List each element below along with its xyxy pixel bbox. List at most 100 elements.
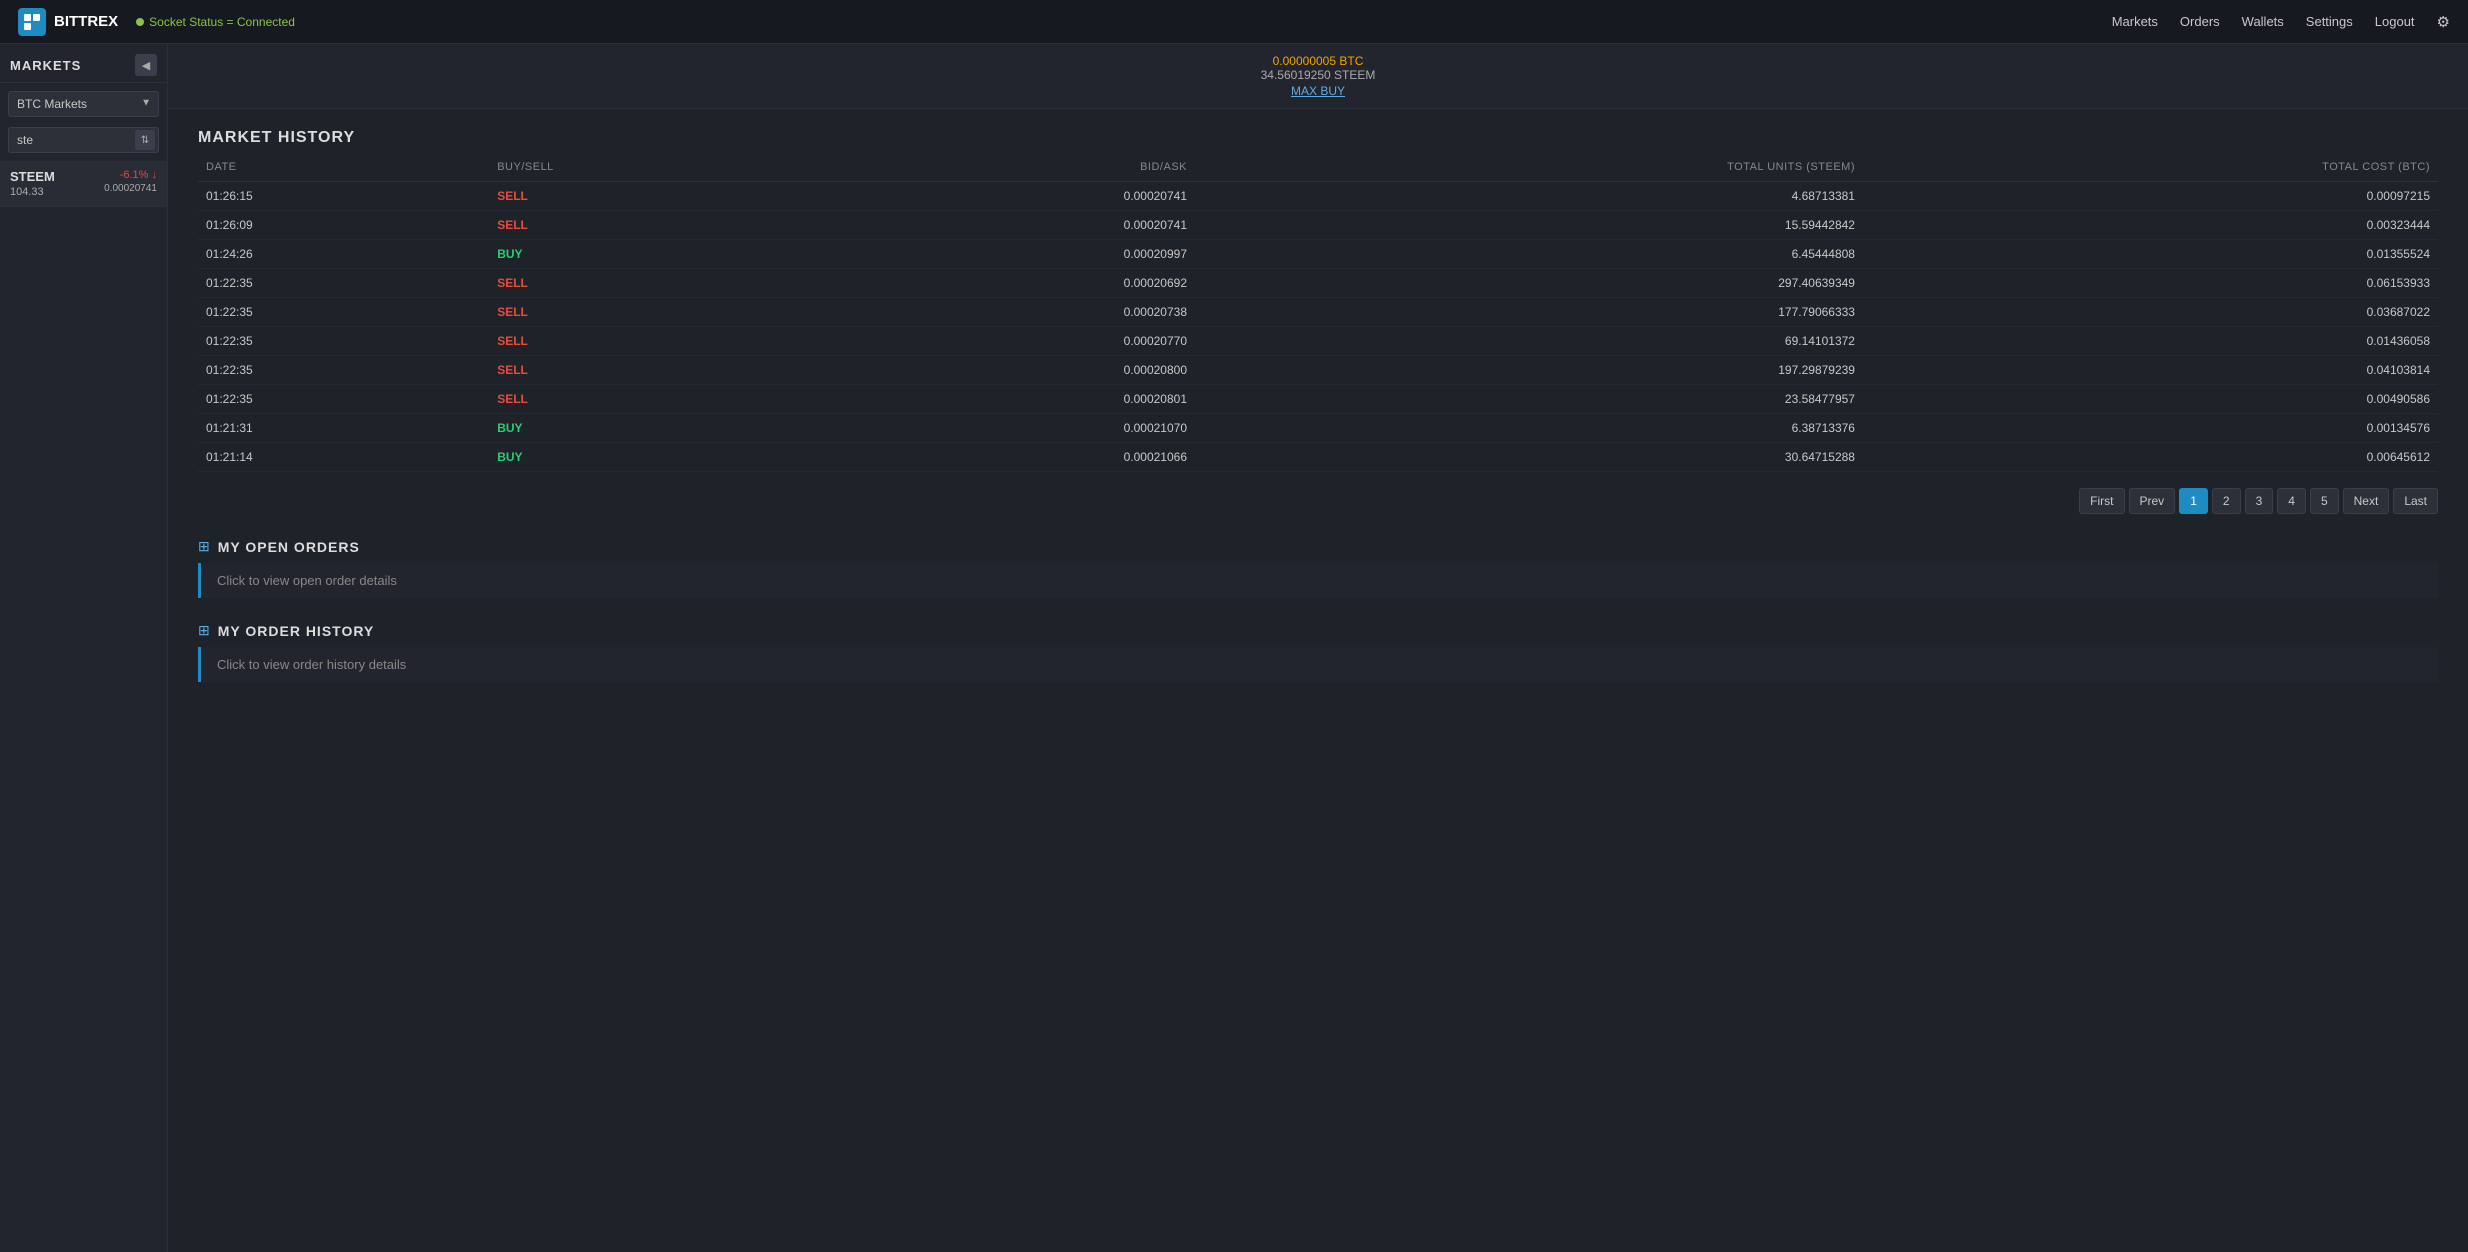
cell-units: 23.58477957: [1195, 385, 1863, 414]
page-3-button[interactable]: 3: [2245, 488, 2274, 514]
search-button[interactable]: ⇅: [135, 130, 155, 150]
col-buysell: BUY/SELL: [489, 161, 826, 182]
col-bidask: BID/ASK: [826, 161, 1195, 182]
open-orders-section: ⊞ MY OPEN ORDERS Click to view open orde…: [198, 538, 2438, 598]
cell-date: 01:26:09: [198, 211, 489, 240]
cell-cost: 0.01436058: [1863, 327, 2438, 356]
cell-type: SELL: [489, 327, 826, 356]
pagination: First Prev 1 2 3 4 5 Next Last: [198, 488, 2438, 514]
cell-type: SELL: [489, 211, 826, 240]
balance-steem: 34.56019250 STEEM: [1261, 68, 1376, 82]
cell-cost: 0.00097215: [1863, 182, 2438, 211]
table-row: 01:22:35 SELL 0.00020692 297.40639349 0.…: [198, 269, 2438, 298]
cell-cost: 0.00134576: [1863, 414, 2438, 443]
brand-icon: [18, 8, 46, 36]
cell-units: 15.59442842: [1195, 211, 1863, 240]
cell-type: BUY: [489, 240, 826, 269]
cell-type: SELL: [489, 356, 826, 385]
cell-date: 01:21:31: [198, 414, 489, 443]
socket-dot: [136, 18, 144, 26]
socket-status: Socket Status = Connected: [136, 15, 295, 29]
nav-markets[interactable]: Markets: [2112, 14, 2158, 29]
table-row: 01:26:09 SELL 0.00020741 15.59442842 0.0…: [198, 211, 2438, 240]
sidebar: MARKETS ◀ BTC Markets ETH Markets USDT M…: [0, 44, 168, 1252]
cell-cost: 0.00323444: [1863, 211, 2438, 240]
cell-bidask: 0.00020801: [826, 385, 1195, 414]
cell-cost: 0.01355524: [1863, 240, 2438, 269]
cell-units: 30.64715288: [1195, 443, 1863, 472]
cell-units: 6.45444808: [1195, 240, 1863, 269]
cell-type: BUY: [489, 414, 826, 443]
cell-cost: 0.00490586: [1863, 385, 2438, 414]
table-header-row: DATE BUY/SELL BID/ASK TOTAL UNITS (STEEM…: [198, 161, 2438, 182]
table-row: 01:21:14 BUY 0.00021066 30.64715288 0.00…: [198, 443, 2438, 472]
page-4-button[interactable]: 4: [2277, 488, 2306, 514]
page-last-button[interactable]: Last: [2393, 488, 2438, 514]
cell-units: 4.68713381: [1195, 182, 1863, 211]
nav-logout[interactable]: Logout: [2375, 14, 2415, 29]
cell-bidask: 0.00020738: [826, 298, 1195, 327]
open-orders-title: MY OPEN ORDERS: [218, 539, 360, 555]
cell-type: SELL: [489, 385, 826, 414]
page-1-button[interactable]: 1: [2179, 488, 2208, 514]
nav-wallets[interactable]: Wallets: [2242, 14, 2284, 29]
cell-bidask: 0.00020741: [826, 182, 1195, 211]
table-row: 01:24:26 BUY 0.00020997 6.45444808 0.013…: [198, 240, 2438, 269]
nav-orders[interactable]: Orders: [2180, 14, 2220, 29]
max-buy-link[interactable]: MAX BUY: [1291, 84, 1345, 98]
cell-units: 177.79066333: [1195, 298, 1863, 327]
table-row: 01:22:35 SELL 0.00020801 23.58477957 0.0…: [198, 385, 2438, 414]
cell-bidask: 0.00020741: [826, 211, 1195, 240]
open-orders-click-text: Click to view open order details: [217, 573, 397, 588]
market-item-steem[interactable]: STEEM 104.33 -6.1% ↓ 0.00020741: [0, 161, 167, 207]
market-search-wrap: ⇅: [0, 123, 167, 161]
order-history-title: MY ORDER HISTORY: [218, 623, 375, 639]
order-history-content[interactable]: Click to view order history details: [198, 647, 2438, 682]
main-layout: MARKETS ◀ BTC Markets ETH Markets USDT M…: [0, 44, 2468, 1252]
cell-date: 01:22:35: [198, 356, 489, 385]
brand-logo: BITTREX: [18, 8, 118, 36]
cell-date: 01:21:14: [198, 443, 489, 472]
cell-date: 01:22:35: [198, 298, 489, 327]
page-2-button[interactable]: 2: [2212, 488, 2241, 514]
cell-cost: 0.00645612: [1863, 443, 2438, 472]
col-date: DATE: [198, 161, 489, 182]
table-row: 01:21:31 BUY 0.00021070 6.38713376 0.001…: [198, 414, 2438, 443]
top-nav: BITTREX Socket Status = Connected Market…: [0, 0, 2468, 44]
cell-type: SELL: [489, 269, 826, 298]
market-item-price2: 0.00020741: [104, 183, 157, 194]
market-history-table: DATE BUY/SELL BID/ASK TOTAL UNITS (STEEM…: [198, 161, 2438, 472]
market-type-select-wrap: BTC Markets ETH Markets USDT Markets ▼: [0, 83, 167, 123]
cell-cost: 0.03687022: [1863, 298, 2438, 327]
page-prev-button[interactable]: Prev: [2129, 488, 2176, 514]
market-item-name: STEEM: [10, 169, 55, 184]
col-units: TOTAL UNITS (STEEM): [1195, 161, 1863, 182]
cell-cost: 0.06153933: [1863, 269, 2438, 298]
page-next-button[interactable]: Next: [2343, 488, 2390, 514]
nav-settings[interactable]: Settings: [2306, 14, 2353, 29]
market-item-change: -6.1% ↓: [104, 169, 157, 181]
sidebar-header: MARKETS ◀: [0, 44, 167, 83]
balance-bar: 0.00000005 BTC 34.56019250 STEEM MAX BUY: [168, 44, 2468, 109]
open-orders-expand-icon[interactable]: ⊞: [198, 538, 210, 555]
page-first-button[interactable]: First: [2079, 488, 2124, 514]
cell-date: 01:22:35: [198, 385, 489, 414]
market-history-section: MARKET HISTORY DATE BUY/SELL BID/ASK TOT…: [198, 129, 2438, 514]
cell-units: 6.38713376: [1195, 414, 1863, 443]
market-type-select[interactable]: BTC Markets ETH Markets USDT Markets: [8, 91, 159, 117]
gear-icon[interactable]: ⚙: [2437, 13, 2450, 31]
cell-bidask: 0.00020692: [826, 269, 1195, 298]
order-history-expand-icon[interactable]: ⊞: [198, 622, 210, 639]
open-orders-content[interactable]: Click to view open order details: [198, 563, 2438, 598]
table-row: 01:22:35 SELL 0.00020738 177.79066333 0.…: [198, 298, 2438, 327]
page-5-button[interactable]: 5: [2310, 488, 2339, 514]
cell-date: 01:26:15: [198, 182, 489, 211]
cell-cost: 0.04103814: [1863, 356, 2438, 385]
cell-type: SELL: [489, 298, 826, 327]
cell-type: BUY: [489, 443, 826, 472]
sidebar-collapse-button[interactable]: ◀: [135, 54, 157, 76]
table-row: 01:26:15 SELL 0.00020741 4.68713381 0.00…: [198, 182, 2438, 211]
order-history-section: ⊞ MY ORDER HISTORY Click to view order h…: [198, 622, 2438, 682]
col-cost: TOTAL COST (BTC): [1863, 161, 2438, 182]
cell-date: 01:22:35: [198, 327, 489, 356]
